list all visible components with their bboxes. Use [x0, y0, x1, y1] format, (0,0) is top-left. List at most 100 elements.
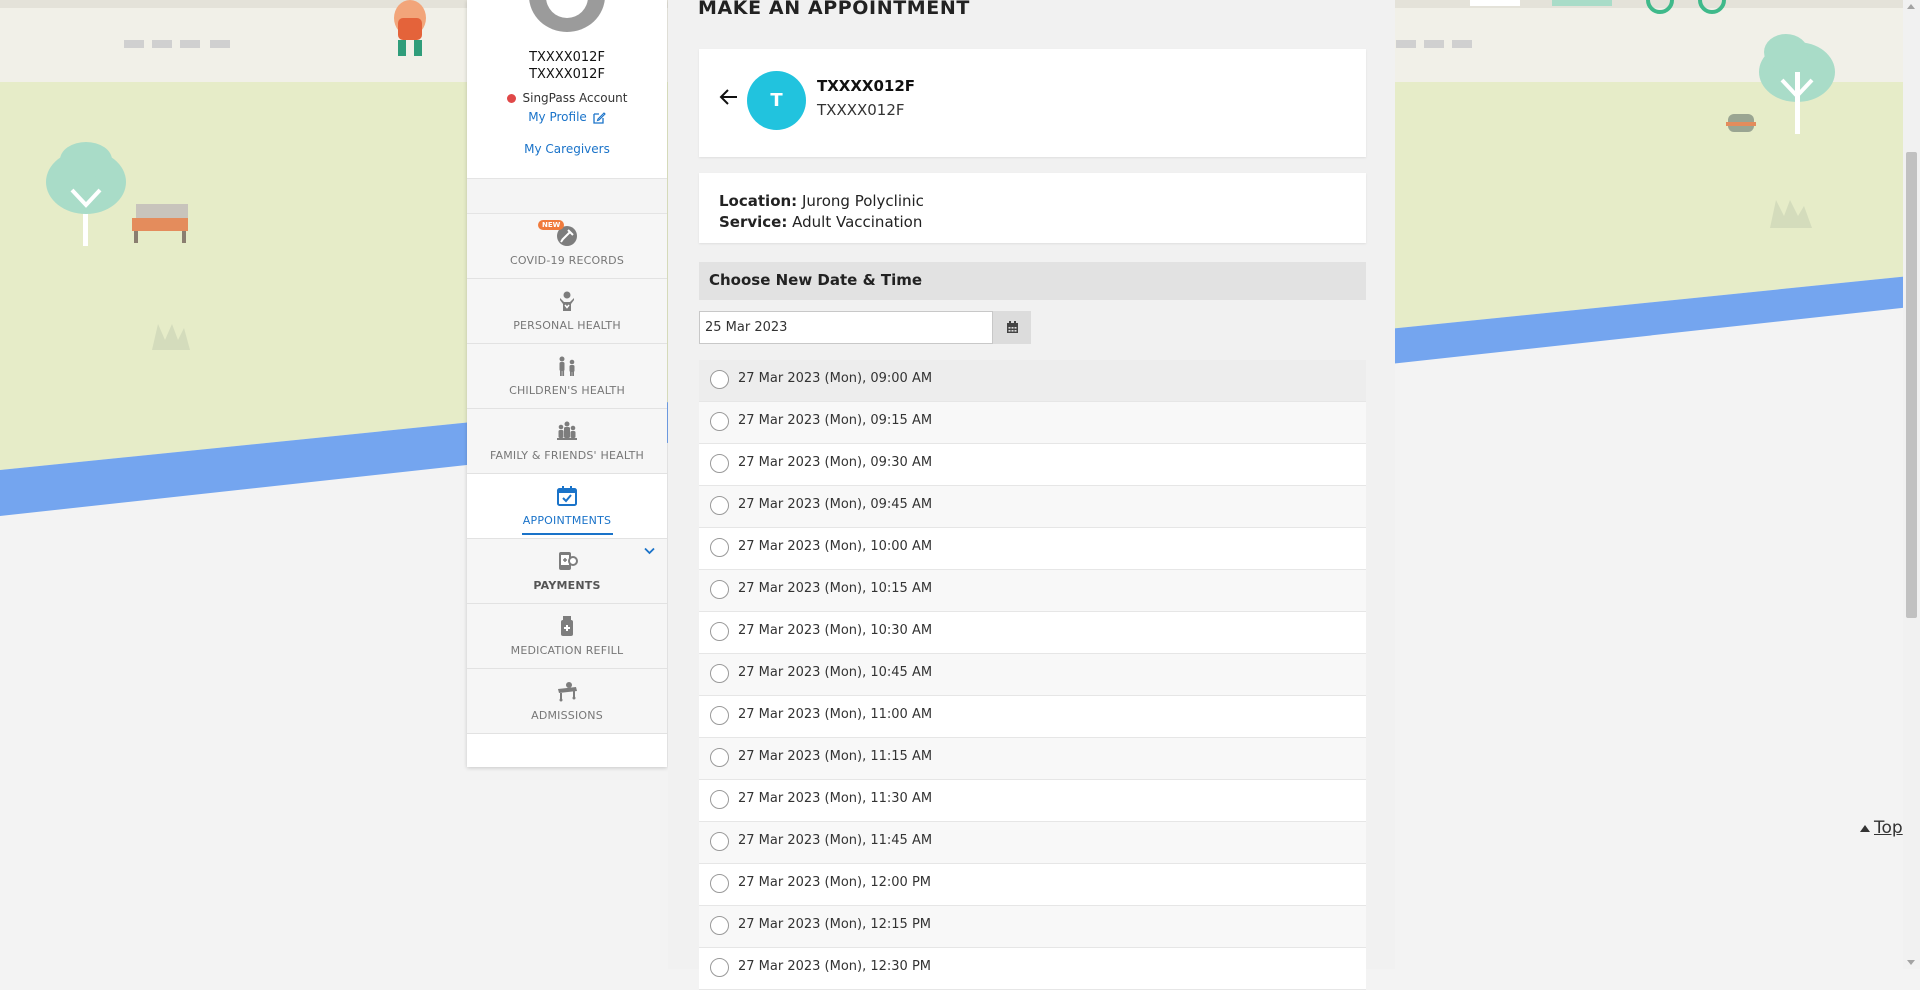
radio-button[interactable]	[710, 580, 729, 599]
radio-button[interactable]	[710, 958, 729, 977]
medicine-bottle-icon	[561, 616, 573, 636]
my-profile-link[interactable]: My Profile	[467, 110, 667, 124]
time-slot-label: 27 Mar 2023 (Mon), 12:15 PM	[738, 917, 932, 932]
time-slot-option[interactable]: 27 Mar 2023 (Mon), 11:45 AM	[699, 822, 1366, 864]
profile-id-line2: TXXXX012F	[529, 67, 605, 82]
radio-button[interactable]	[710, 790, 729, 809]
nav-item-admissions[interactable]: ADMISSIONS	[467, 669, 667, 734]
chevron-down-icon[interactable]	[644, 547, 655, 558]
time-slot-option[interactable]: 27 Mar 2023 (Mon), 09:30 AM	[699, 444, 1366, 486]
radio-button[interactable]	[710, 412, 729, 431]
scroll-up-icon[interactable]	[1907, 4, 1915, 9]
time-slot-label: 27 Mar 2023 (Mon), 11:45 AM	[738, 833, 933, 848]
account-type: SingPass Account	[467, 91, 667, 105]
service-label: Service:	[719, 213, 788, 231]
time-slot-label: 27 Mar 2023 (Mon), 11:00 AM	[738, 707, 933, 722]
scrollbar-thumb[interactable]	[1906, 152, 1917, 618]
nav-item-covid-records[interactable]: NEW COVID-19 RECORDS	[467, 214, 667, 279]
location-value: Jurong Polyclinic	[801, 192, 924, 210]
nav-item-appointments[interactable]: APPOINTMENTS	[467, 474, 667, 539]
time-slot-list: 27 Mar 2023 (Mon), 09:00 AM 27 Mar 2023 …	[699, 360, 1366, 990]
nav-label: PAYMENTS	[533, 579, 601, 592]
time-slot-option[interactable]: 27 Mar 2023 (Mon), 10:30 AM	[699, 612, 1366, 654]
calendar-button[interactable]	[993, 311, 1031, 344]
appointment-info-card: Location: Jurong Polyclinic Service: Adu…	[699, 173, 1366, 243]
radio-button[interactable]	[710, 706, 729, 725]
time-slot-label: 27 Mar 2023 (Mon), 09:15 AM	[738, 413, 933, 428]
time-slot-label: 27 Mar 2023 (Mon), 11:30 AM	[738, 791, 933, 806]
edit-icon	[593, 111, 606, 124]
time-slot-option[interactable]: 27 Mar 2023 (Mon), 11:00 AM	[699, 696, 1366, 738]
radio-button[interactable]	[710, 454, 729, 473]
nav-label: ADMISSIONS	[531, 709, 603, 722]
nav-item-family-friends-health[interactable]: FAMILY & FRIENDS' HEALTH	[467, 409, 667, 474]
patient-id: TXXXX012F	[817, 101, 905, 119]
time-slot-label: 27 Mar 2023 (Mon), 11:15 AM	[738, 749, 933, 764]
back-to-top-link[interactable]: Top	[1860, 818, 1903, 838]
page-scrollbar[interactable]	[1903, 0, 1920, 969]
radio-button[interactable]	[710, 496, 729, 515]
my-caregivers-link[interactable]: My Caregivers	[467, 142, 667, 156]
status-dot-icon	[506, 93, 516, 103]
children-icon	[559, 356, 575, 376]
radio-button[interactable]	[710, 370, 729, 389]
patient-card: T TXXXX012F TXXXX012F	[699, 49, 1366, 157]
radio-button[interactable]	[710, 538, 729, 557]
time-slot-option[interactable]: 27 Mar 2023 (Mon), 09:15 AM	[699, 402, 1366, 444]
service-value: Adult Vaccination	[792, 213, 923, 231]
nav-label: APPOINTMENTS	[522, 514, 612, 527]
section-header-label: Choose New Date & Time	[709, 271, 923, 289]
time-slot-option[interactable]: 27 Mar 2023 (Mon), 12:15 PM	[699, 906, 1366, 948]
time-slot-option[interactable]: 27 Mar 2023 (Mon), 10:15 AM	[699, 570, 1366, 612]
nav-item-childrens-health[interactable]: CHILDREN'S HEALTH	[467, 344, 667, 409]
time-slot-option[interactable]: 27 Mar 2023 (Mon), 09:00 AM	[699, 360, 1366, 402]
nav-label: CHILDREN'S HEALTH	[509, 384, 625, 397]
page-title: MAKE AN APPOINTMENT	[698, 0, 970, 19]
back-arrow-icon[interactable]	[717, 85, 741, 109]
nav-label: COVID-19 RECORDS	[509, 254, 625, 267]
nav-item-payments[interactable]: PAYMENTS	[467, 539, 667, 604]
time-slot-label: 27 Mar 2023 (Mon), 12:30 PM	[738, 959, 932, 974]
time-slot-option[interactable]: 27 Mar 2023 (Mon), 10:00 AM	[699, 528, 1366, 570]
nav-item-medication-refill[interactable]: MEDICATION REFILL	[467, 604, 667, 669]
nav-label: FAMILY & FRIENDS' HEALTH	[489, 449, 645, 462]
time-slot-option[interactable]: 27 Mar 2023 (Mon), 12:00 PM	[699, 864, 1366, 906]
date-picker	[699, 311, 1031, 344]
time-slot-label: 27 Mar 2023 (Mon), 10:15 AM	[738, 581, 933, 596]
time-slot-option[interactable]: 27 Mar 2023 (Mon), 11:30 AM	[699, 780, 1366, 822]
avatar	[529, 0, 605, 32]
time-slot-option[interactable]: 27 Mar 2023 (Mon), 11:15 AM	[699, 738, 1366, 780]
radio-button[interactable]	[710, 874, 729, 893]
family-icon	[557, 421, 577, 440]
profile-section: TXXXX012F TXXXX012F SingPass Account My …	[467, 0, 667, 178]
section-header: Choose New Date & Time	[699, 262, 1366, 300]
calendar-icon	[1006, 321, 1018, 333]
radio-button[interactable]	[710, 748, 729, 767]
back-to-top-label: Top	[1874, 818, 1903, 838]
time-slot-label: 27 Mar 2023 (Mon), 10:00 AM	[738, 539, 933, 554]
time-slot-label: 27 Mar 2023 (Mon), 10:30 AM	[738, 623, 933, 638]
radio-button[interactable]	[710, 664, 729, 683]
radio-button[interactable]	[710, 622, 729, 641]
nav-item-personal-health[interactable]: PERSONAL HEALTH	[467, 279, 667, 344]
patient-avatar: T	[747, 71, 806, 130]
location-row: Location: Jurong Polyclinic	[719, 192, 924, 210]
radio-button[interactable]	[710, 832, 729, 851]
time-slot-label: 27 Mar 2023 (Mon), 09:00 AM	[738, 371, 933, 386]
date-input[interactable]	[699, 311, 993, 344]
time-slot-label: 27 Mar 2023 (Mon), 10:45 AM	[738, 665, 933, 680]
active-underline	[522, 533, 613, 535]
time-slot-option[interactable]: 27 Mar 2023 (Mon), 10:45 AM	[699, 654, 1366, 696]
patient-name: TXXXX012F	[817, 77, 916, 95]
time-slot-label: 27 Mar 2023 (Mon), 12:00 PM	[738, 875, 932, 890]
service-row: Service: Adult Vaccination	[719, 213, 922, 231]
time-slot-label: 27 Mar 2023 (Mon), 09:30 AM	[738, 455, 933, 470]
scroll-down-icon[interactable]	[1907, 960, 1915, 965]
sidebar-divider	[467, 178, 667, 214]
person-heart-icon	[560, 291, 574, 311]
time-slot-option[interactable]: 27 Mar 2023 (Mon), 12:30 PM	[699, 948, 1366, 990]
radio-button[interactable]	[710, 916, 729, 935]
time-slot-option[interactable]: 27 Mar 2023 (Mon), 09:45 AM	[699, 486, 1366, 528]
time-slot-label: 27 Mar 2023 (Mon), 09:45 AM	[738, 497, 933, 512]
hospital-bed-icon	[558, 682, 577, 702]
